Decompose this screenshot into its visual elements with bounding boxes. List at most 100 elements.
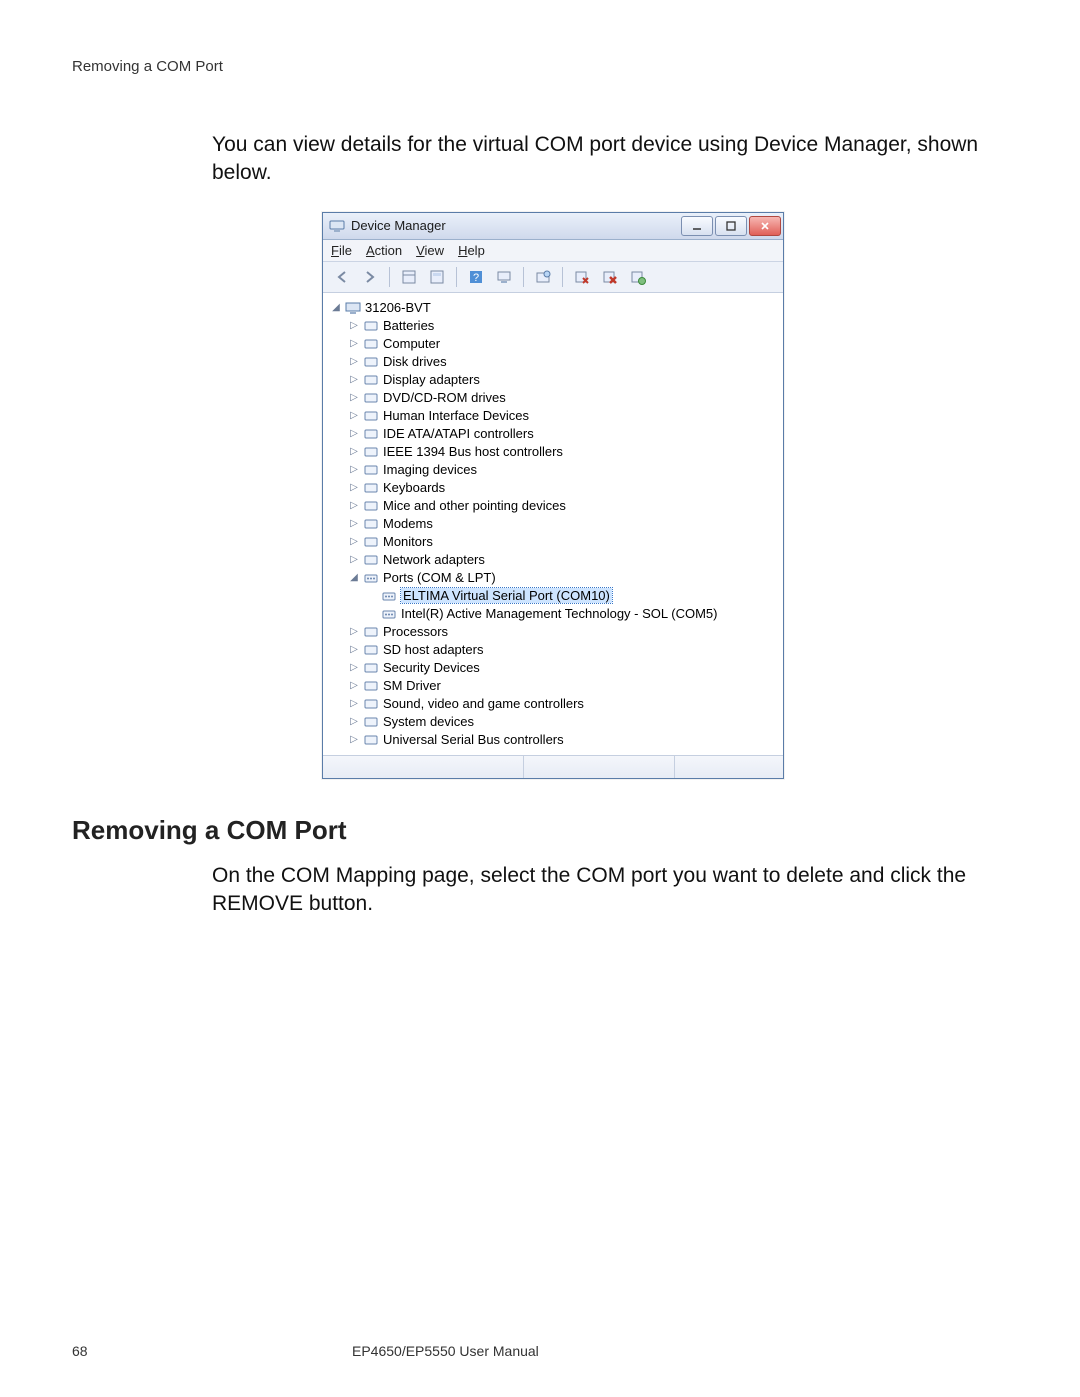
section-heading: Removing a COM Port: [72, 815, 1008, 846]
expand-icon[interactable]: ▷: [349, 662, 359, 673]
intro-paragraph: You can view details for the virtual COM…: [212, 131, 1008, 188]
tree-category[interactable]: ▷Network adapters: [349, 551, 779, 569]
tree-category[interactable]: ▷ Universal Serial Bus controllers: [349, 731, 779, 749]
expand-icon[interactable]: ▷: [349, 446, 359, 457]
tree-category[interactable]: ▷SM Driver: [349, 677, 779, 695]
expand-icon[interactable]: ▷: [349, 482, 359, 493]
tree-category[interactable]: ▷DVD/CD-ROM drives: [349, 389, 779, 407]
expand-icon[interactable]: ▷: [349, 536, 359, 547]
device-category-icon: [363, 624, 379, 640]
device-category-icon: [363, 498, 379, 514]
tree-category[interactable]: ▷System devices: [349, 713, 779, 731]
tree-category-label: Imaging devices: [383, 462, 477, 477]
tree-category[interactable]: ▷Display adapters: [349, 371, 779, 389]
ports-icon: [363, 570, 379, 586]
properties-button[interactable]: [424, 265, 450, 289]
device-tree[interactable]: ◢ 31206-BVT ▷Batteries▷Computer▷Disk dri…: [323, 293, 783, 755]
expand-icon[interactable]: ▷: [349, 374, 359, 385]
tree-category-label: Processors: [383, 624, 448, 639]
tree-category[interactable]: ▷ Human Interface Devices: [349, 407, 779, 425]
expand-icon[interactable]: ▷: [349, 410, 359, 421]
tree-category[interactable]: ▷ Imaging devices: [349, 461, 779, 479]
expand-icon[interactable]: ▷: [349, 554, 359, 565]
toolbar-separator: [389, 267, 390, 287]
tree-root-label: 31206-BVT: [365, 300, 431, 315]
menu-action[interactable]: Action: [366, 243, 402, 258]
expand-icon[interactable]: ▷: [349, 428, 359, 439]
tree-category-ports[interactable]: ◢ Ports (COM & LPT): [349, 569, 779, 587]
screenshot-container: Device Manager File Action View: [322, 212, 1008, 779]
enable-button[interactable]: [625, 265, 651, 289]
device-manager-icon: [329, 218, 345, 234]
expand-icon[interactable]: ▷: [349, 518, 359, 529]
scan-hardware-button[interactable]: [491, 265, 517, 289]
expand-icon[interactable]: ▷: [349, 626, 359, 637]
show-hide-tree-button[interactable]: [396, 265, 422, 289]
collapse-icon[interactable]: ◢: [331, 302, 341, 313]
help-button[interactable]: ?: [463, 265, 489, 289]
tree-device[interactable]: ELTIMA Virtual Serial Port (COM10): [367, 587, 779, 605]
device-category-icon: [363, 714, 379, 730]
close-button[interactable]: [749, 216, 781, 236]
tree-category-label: Keyboards: [383, 480, 445, 495]
menu-help[interactable]: Help: [458, 243, 485, 258]
expand-icon[interactable]: ▷: [349, 500, 359, 511]
expand-icon[interactable]: ▷: [349, 464, 359, 475]
tree-device[interactable]: Intel(R) Active Management Technology - …: [367, 605, 779, 623]
tree-category[interactable]: ▷ IDE ATA/ATAPI controllers: [349, 425, 779, 443]
update-driver-button[interactable]: [530, 265, 556, 289]
expand-icon[interactable]: ▷: [349, 716, 359, 727]
expand-icon[interactable]: ▷: [349, 644, 359, 655]
menu-view[interactable]: View: [416, 243, 444, 258]
tree-category[interactable]: ▷Modems: [349, 515, 779, 533]
uninstall-button[interactable]: [569, 265, 595, 289]
menu-file[interactable]: File: [331, 243, 352, 258]
expand-icon[interactable]: ▷: [349, 698, 359, 709]
device-category-icon: [363, 696, 379, 712]
back-button[interactable]: [329, 265, 355, 289]
device-category-icon: [363, 354, 379, 370]
device-category-icon: [363, 480, 379, 496]
toolbar-separator: [562, 267, 563, 287]
collapse-icon[interactable]: ◢: [349, 572, 359, 583]
tree-category-label: IDE ATA/ATAPI controllers: [383, 426, 534, 441]
page-footer: 68 EP4650/EP5550 User Manual: [72, 1343, 1008, 1359]
tree-category[interactable]: ▷Sound, video and game controllers: [349, 695, 779, 713]
tree-category[interactable]: ▷ Processors: [349, 623, 779, 641]
tree-category[interactable]: ▷ Keyboards: [349, 479, 779, 497]
expand-icon[interactable]: ▷: [349, 734, 359, 745]
tree-category[interactable]: ▷ Security Devices: [349, 659, 779, 677]
expand-icon[interactable]: ▷: [349, 320, 359, 331]
tree-device-label: ELTIMA Virtual Serial Port (COM10): [401, 588, 612, 603]
expand-icon[interactable]: ▷: [349, 392, 359, 403]
tree-category[interactable]: ▷ Computer: [349, 335, 779, 353]
tree-category[interactable]: ▷Monitors: [349, 533, 779, 551]
document-page: Removing a COM Port You can view details…: [0, 0, 1080, 1397]
tree-root[interactable]: ◢ 31206-BVT: [331, 299, 779, 317]
tree-category-label: Human Interface Devices: [383, 408, 529, 423]
device-manager-window: Device Manager File Action View: [322, 212, 784, 779]
device-category-icon: [363, 732, 379, 748]
running-head: Removing a COM Port: [72, 58, 1008, 75]
remove-paragraph: On the COM Mapping page, select the COM …: [212, 862, 1008, 919]
status-bar: [323, 755, 783, 778]
expand-icon[interactable]: ▷: [349, 338, 359, 349]
expand-icon[interactable]: ▷: [349, 356, 359, 367]
tree-category[interactable]: ▷IEEE 1394 Bus host controllers: [349, 443, 779, 461]
maximize-button[interactable]: [715, 216, 747, 236]
device-category-icon: [363, 390, 379, 406]
tree-category[interactable]: ▷SD host adapters: [349, 641, 779, 659]
device-category-icon: [363, 642, 379, 658]
minimize-button[interactable]: [681, 216, 713, 236]
expand-icon[interactable]: ▷: [349, 680, 359, 691]
disable-button[interactable]: [597, 265, 623, 289]
tree-category[interactable]: ▷Mice and other pointing devices: [349, 497, 779, 515]
tree-category-label: Computer: [383, 336, 440, 351]
tree-category-label: Security Devices: [383, 660, 480, 675]
tree-category[interactable]: ▷Disk drives: [349, 353, 779, 371]
menu-bar: File Action View Help: [323, 240, 783, 262]
toolbar: ?: [323, 262, 783, 293]
tree-category-label: Universal Serial Bus controllers: [383, 732, 564, 747]
forward-button[interactable]: [357, 265, 383, 289]
tree-category[interactable]: ▷Batteries: [349, 317, 779, 335]
